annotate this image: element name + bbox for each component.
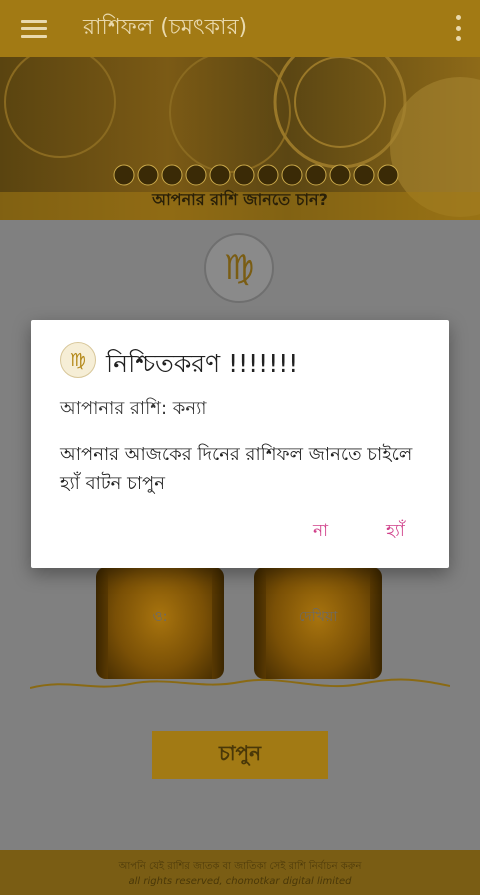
- app-bar: রাশিফল (চমৎকার): [0, 0, 480, 57]
- banner-caption: আপনার রাশি জানতে চান?: [152, 190, 328, 209]
- footer-copyright: all rights reserved, chomotkar digital l…: [128, 876, 352, 887]
- virgo-icon: ♍: [60, 342, 96, 378]
- footer: আপনি যেই রাশির জাতক বা জাতিকা সেই রাশি ন…: [0, 850, 480, 895]
- press-button[interactable]: চাপুন: [152, 731, 328, 779]
- reel-text: দেখিয়া: [298, 609, 338, 625]
- footer-line1: আপনি যেই রাশির জাতক বা জাতিকা সেই রাশি ন…: [118, 861, 362, 872]
- decorative-wave: [30, 678, 450, 689]
- zodiac-banner: আপনার রাশি জানতে চান?: [0, 57, 480, 220]
- confirm-dialog: ♍ নিশ্চিতকরণ !!!!!!! আপানার রাশি: কন্যা …: [31, 320, 449, 568]
- reel-right[interactable]: দেখিয়া: [254, 567, 382, 679]
- dialog-zodiac-label: আপানার রাশি: কন্যা: [60, 398, 207, 419]
- more-vert-icon[interactable]: [456, 15, 462, 41]
- virgo-icon[interactable]: ♍: [204, 233, 274, 303]
- reel-left[interactable]: ও:: [96, 567, 224, 679]
- yes-button[interactable]: হ্যাঁ: [386, 518, 405, 546]
- dialog-title: নিশ্চিতকরণ !!!!!!!: [106, 349, 299, 378]
- no-button[interactable]: না: [313, 518, 328, 546]
- reel-text: ও:: [152, 609, 168, 625]
- dialog-message: আপনার আজকের দিনের রাশিফল জানতে চাইলে হ্য…: [60, 444, 413, 494]
- menu-icon[interactable]: [21, 19, 47, 38]
- app-title: রাশিফল (চমৎকার): [83, 15, 248, 40]
